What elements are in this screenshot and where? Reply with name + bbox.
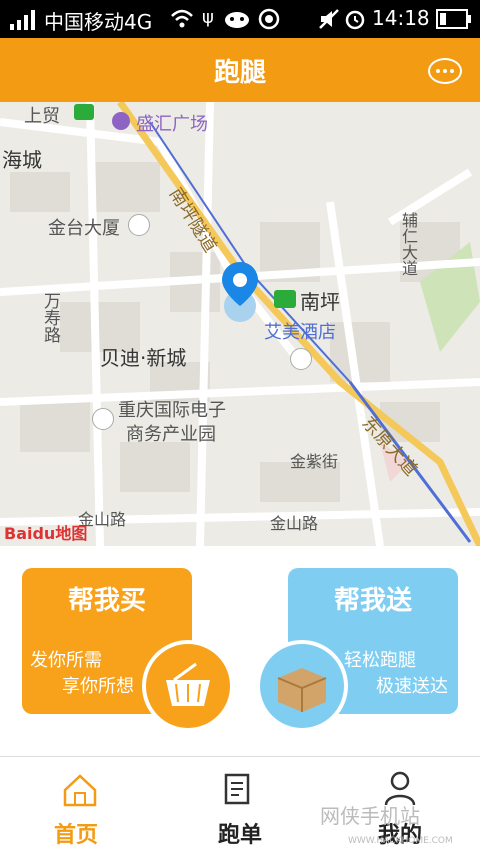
- map-label: 金台大厦: [48, 218, 120, 239]
- map-label: 商务产业园: [126, 424, 216, 445]
- buy-line1: 发你所需: [30, 650, 102, 671]
- map-label: 万寿路: [40, 292, 60, 343]
- tab-home[interactable]: 首页: [0, 757, 160, 855]
- buy-line2: 享你所想: [62, 676, 134, 697]
- shop-icon: [112, 112, 130, 130]
- title-bar: 跑腿: [0, 38, 480, 102]
- status-bar: 中国移动4G ψ 14:18: [0, 0, 480, 38]
- hotel-icon: [290, 348, 312, 370]
- watermark: 网侠手机站: [320, 804, 420, 828]
- map-label: 海城: [2, 148, 42, 172]
- signal-icon: [10, 10, 36, 35]
- send-title: 帮我送: [333, 586, 412, 616]
- box-icon[interactable]: [256, 640, 348, 732]
- page-title: 跑腿: [213, 58, 266, 88]
- carrier-label: 中国移动4G: [44, 10, 153, 34]
- baidu-logo: Baidu地图: [4, 524, 88, 543]
- map-label: 金山路: [270, 514, 319, 533]
- wifi-icon: [170, 8, 194, 33]
- clock-label: 14:18: [372, 6, 430, 30]
- map-label: 金紫街: [290, 452, 339, 471]
- document-icon: [222, 773, 258, 811]
- building-icon: [128, 214, 150, 236]
- map-label: 艾美酒店: [264, 322, 336, 343]
- location-status-icon: [258, 8, 280, 35]
- watermark-url: WWW.HACKHOME.COM: [348, 836, 453, 846]
- map-label: 贝迪·新城: [100, 346, 187, 370]
- home-icon: [62, 773, 98, 811]
- message-icon[interactable]: [428, 58, 462, 84]
- map-label: 重庆国际电子: [118, 400, 226, 421]
- subway-icon: [74, 104, 94, 120]
- map-label: 南坪: [300, 290, 340, 314]
- subway-icon: [274, 290, 296, 308]
- buy-title: 帮我买: [67, 586, 146, 616]
- map-view[interactable]: 上贸 盛汇广场 海城 金台大厦 南坪隧道 万寿路 贝迪·新城 南坪 艾美酒店 重…: [0, 102, 480, 546]
- tab-label-home: 首页: [53, 823, 98, 848]
- basket-icon[interactable]: [142, 640, 234, 732]
- usb-icon: ψ: [202, 7, 214, 28]
- battery-icon: [436, 9, 472, 34]
- tab-orders[interactable]: 跑单: [160, 757, 320, 855]
- map-label: 盛汇广场: [136, 114, 208, 135]
- send-line2: 极速送达: [376, 676, 448, 697]
- android-icon: [224, 8, 250, 33]
- alarm-icon: [344, 8, 366, 35]
- location-pin-icon: [218, 262, 262, 326]
- map-label: 辅仁大道: [399, 212, 418, 276]
- building-icon: [92, 408, 114, 430]
- send-line1: 轻松跑腿: [344, 650, 416, 671]
- mute-icon: [318, 8, 340, 35]
- map-label: 上贸: [24, 106, 60, 127]
- service-cards: 帮我买 发你所需 享你所想 帮我送 轻松跑腿 极速送达: [0, 546, 480, 756]
- tab-label-orders: 跑单: [217, 823, 262, 848]
